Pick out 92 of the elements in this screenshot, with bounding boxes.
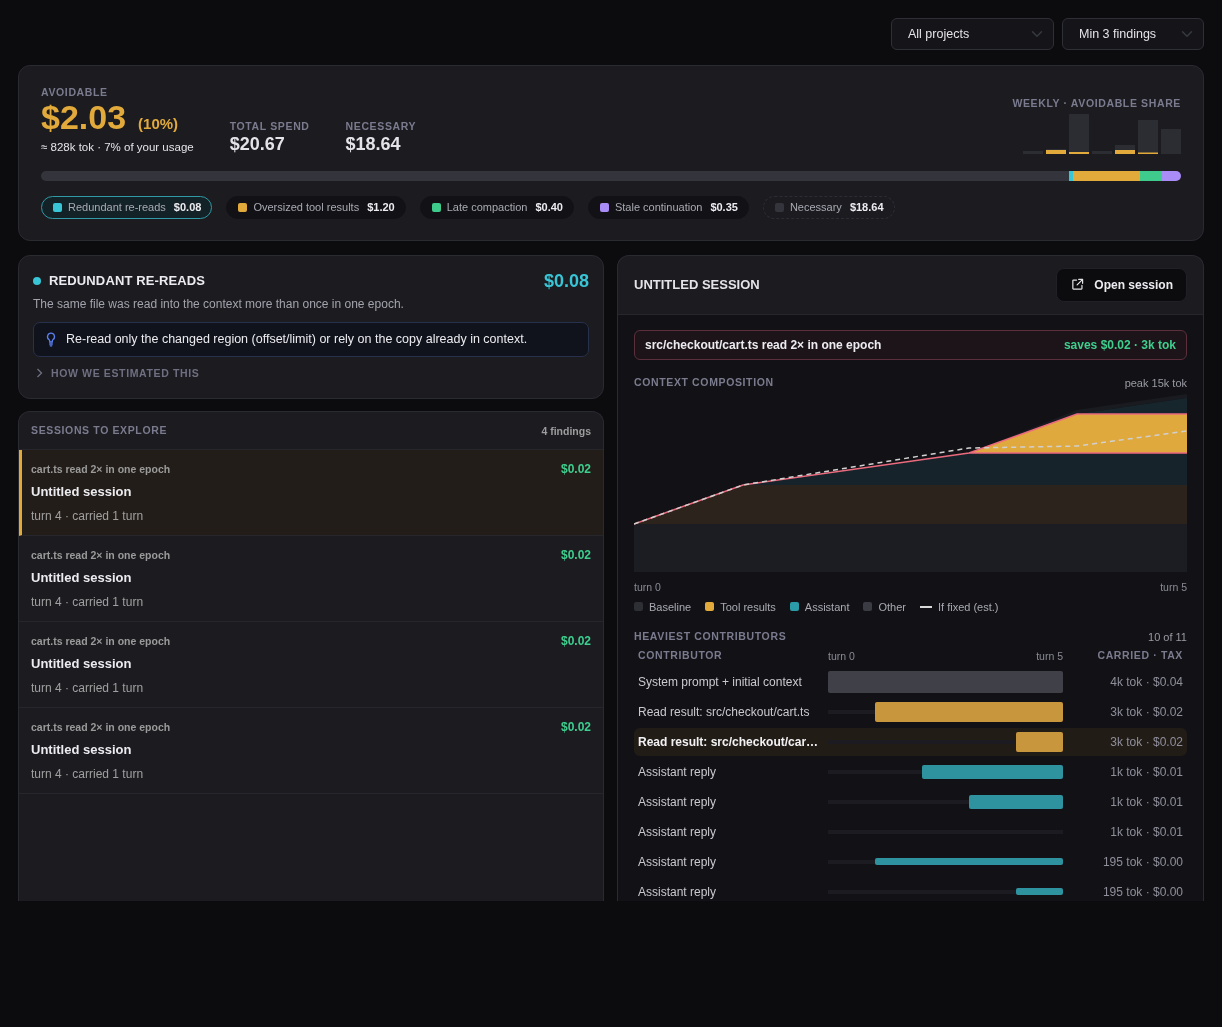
session-savings: $0.02 [560, 547, 591, 562]
stat-value: $18.64 [345, 132, 402, 155]
category-filter-chip[interactable]: Stale continuation $0.35 [587, 195, 749, 219]
filter-select[interactable]: All projects [891, 18, 1054, 50]
session-meta: turn 4 · carried 1 turn [31, 679, 145, 696]
stat-value: $20.67 [229, 132, 286, 155]
session-list-item[interactable]: cart.ts read 2× in one epoch $0.02 Untitled session turn 4 · carried 1 turn [19, 707, 603, 794]
stat-label: TOTAL SPEND [229, 119, 310, 133]
carried-tax-value: 1k tok · $0.01 [1110, 823, 1183, 841]
weekly-bar [1046, 149, 1066, 154]
sessions-count: 4 findings [541, 423, 591, 438]
banner-savings-text: saves $0.02 · 3k tok [1063, 336, 1176, 354]
avoidable-amount: $2.03 [41, 99, 127, 135]
contributor-name: Assistant reply [638, 793, 717, 811]
session-heading: UNTITLED SESSION [634, 275, 760, 294]
category-filter-chip[interactable]: Redundant re-reads $0.08 [41, 195, 213, 219]
weekly-chart-title: WEEKLY · AVOIDABLE SHARE [1012, 97, 1181, 110]
carried-tax-value: 195 tok · $0.00 [1102, 853, 1183, 871]
legend-label: Baseline [649, 599, 692, 614]
session-list-item[interactable]: cart.ts read 2× in one epoch $0.02 Untitled session turn 4 · carried 1 turn [19, 535, 603, 622]
carried-tax-value: 1k tok · $0.01 [1110, 793, 1183, 811]
session-name: Untitled session [31, 655, 133, 672]
contributor-name: Assistant reply [638, 853, 717, 871]
contributors-title: HEAVIEST CONTRIBUTORS [634, 630, 787, 643]
sessions-title: SESSIONS TO EXPLORE [31, 423, 168, 438]
contributor-name: Read result: src/checkout/car… [638, 733, 819, 751]
chevron-icon [36, 367, 43, 378]
contributor-name: Read result: src/checkout/cart.ts [638, 703, 810, 721]
carried-tax-value: 4k tok · $0.04 [1110, 673, 1183, 691]
contributor-name: Assistant reply [638, 823, 717, 841]
finding-amount: $0.08 [543, 269, 589, 292]
finding-description: The same file was read into the context more than once in one epoch. [33, 295, 405, 312]
legend-label: Assistant [804, 599, 850, 614]
column-header: CARRIED · TAX [1096, 648, 1183, 663]
contributor-name: Assistant reply [638, 883, 717, 901]
legend-label: Other [878, 599, 906, 614]
carried-tax-value: 3k tok · $0.02 [1110, 703, 1183, 721]
session-meta: turn 4 · carried 1 turn [31, 765, 145, 782]
contributor-row[interactable]: Assistant reply 1k tok · $0.01 [634, 817, 1187, 846]
contributor-row[interactable]: Assistant reply 1k tok · $0.01 [634, 757, 1187, 786]
axis-start-label: turn 0 [634, 579, 661, 594]
peak-label: peak 15k tok [1124, 375, 1187, 390]
session-name: Untitled session [31, 483, 133, 500]
timeline-end-label: turn 5 [1036, 648, 1063, 663]
avoidable-share: (10%) [138, 114, 179, 134]
session-list-item[interactable]: cart.ts read 2× in one epoch $0.02 Untitled session turn 4 · carried 1 turn [19, 621, 603, 708]
contributor-row[interactable]: Read result: src/checkout/car… 3k tok · $0.02 [634, 727, 1187, 756]
banner-finding-text: src/checkout/cart.ts read 2× in one epoch [645, 336, 882, 354]
avoidable-label: AVOIDABLE [41, 86, 109, 99]
session-finding-text: cart.ts read 2× in one epoch [31, 461, 171, 476]
legend-label: If fixed (est.) [938, 599, 999, 614]
timeline-start-label: turn 0 [828, 648, 855, 663]
axis-end-label: turn 5 [1160, 579, 1187, 594]
external-link-icon [1071, 278, 1085, 291]
contributors-count: 10 of 11 [1148, 629, 1187, 644]
contributor-name: System prompt + initial context [638, 673, 802, 691]
session-name: Untitled session [31, 741, 133, 758]
session-savings: $0.02 [560, 461, 591, 476]
session-finding-text: cart.ts read 2× in one epoch [31, 547, 171, 562]
weekly-bar [1138, 120, 1158, 154]
tip-text: Re-read only the changed region (offset/limit) or rely on the copy already in context. [66, 330, 528, 348]
carried-tax-value: 195 tok · $0.00 [1102, 883, 1183, 901]
session-finding-text: cart.ts read 2× in one epoch [31, 719, 171, 734]
contributor-row[interactable]: System prompt + initial context 4k tok · $0.04 [634, 667, 1187, 696]
contributor-name: Assistant reply [638, 763, 717, 781]
composition-title: CONTEXT COMPOSITION [634, 376, 774, 389]
column-header: CONTRIBUTOR [638, 648, 724, 663]
contributor-row[interactable]: Assistant reply 195 tok · $0.00 [634, 847, 1187, 876]
open-session-button[interactable]: Open session [1056, 267, 1187, 302]
avoidable-note: ≈ 828k tok · 7% of your usage [41, 139, 194, 155]
session-list-item[interactable]: cart.ts read 2× in one epoch $0.02 Untitled session turn 4 · carried 1 turn [19, 449, 603, 536]
weekly-bar [1069, 114, 1089, 154]
session-savings: $0.02 [560, 633, 591, 648]
carried-tax-value: 3k tok · $0.02 [1110, 733, 1183, 751]
lightbulb-icon [46, 331, 56, 347]
contributor-row[interactable]: Assistant reply 195 tok · $0.00 [634, 877, 1187, 901]
session-finding-text: cart.ts read 2× in one epoch [31, 633, 171, 648]
contributor-row[interactable]: Assistant reply 1k tok · $0.01 [634, 787, 1187, 816]
session-meta: turn 4 · carried 1 turn [31, 593, 145, 610]
spend-segment [1161, 170, 1181, 181]
category-filter-chip[interactable]: Late compaction $0.40 [419, 195, 574, 219]
contributor-row[interactable]: Read result: src/checkout/cart.ts 3k tok · $0.02 [634, 697, 1187, 726]
session-name: Untitled session [31, 569, 133, 586]
finding-title: REDUNDANT RE-READS [49, 271, 206, 290]
category-filter-chip[interactable]: Oversized tool results $1.20 [226, 195, 406, 219]
carried-tax-value: 1k tok · $0.01 [1110, 763, 1183, 781]
filter-select[interactable]: Min 3 findings [1062, 18, 1204, 50]
stat-label: NECESSARY [345, 119, 417, 133]
session-meta: turn 4 · carried 1 turn [31, 507, 145, 524]
weekly-bar [1115, 145, 1135, 154]
legend-label: Tool results [720, 599, 776, 614]
session-savings: $0.02 [560, 719, 591, 734]
